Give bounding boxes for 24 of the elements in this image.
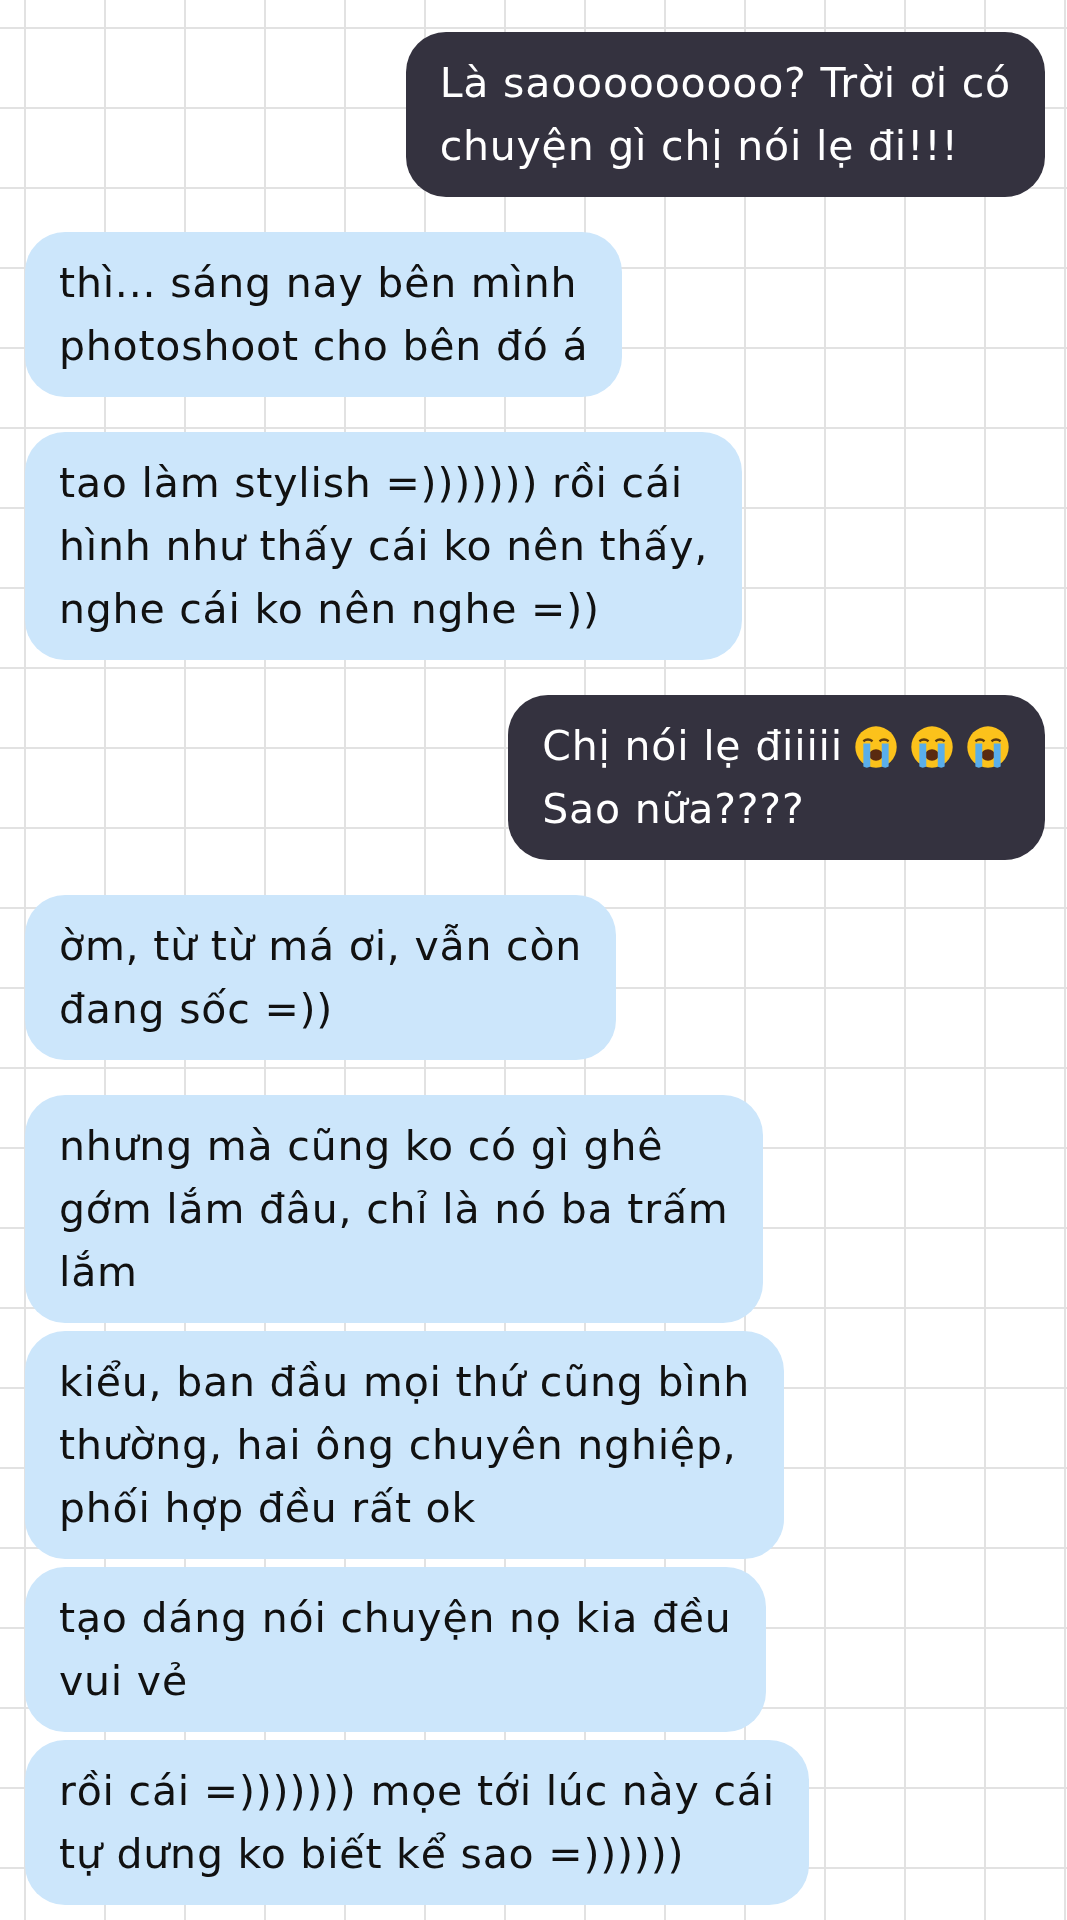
message-text: kiểu, ban đầu mọi thứ cũng bình <box>59 1357 751 1408</box>
message-text: ờm, từ từ má ơi, vẫn còn <box>59 921 583 972</box>
crying-face-icon <box>853 723 899 770</box>
message-text: thì... sáng nay bên mình <box>59 258 578 309</box>
message-text: vui vẻ <box>59 1656 188 1707</box>
message-text: tao làm stylish =))))))) rồi cái <box>59 458 684 509</box>
crying-face-icon <box>965 723 1011 770</box>
message-text: phối hợp đều rất ok <box>59 1483 477 1534</box>
message-text: hình như thấy cái ko nên thấy, <box>59 521 709 572</box>
message-text: thường, hai ông chuyên nghiệp, <box>59 1420 737 1471</box>
message-text: lắm <box>59 1247 138 1298</box>
message-text: Sao nữa???? <box>542 784 805 835</box>
message-text: đang sốc =)) <box>59 984 334 1035</box>
message-text: gớm lắm đâu, chỉ là nó ba trấm <box>59 1184 729 1235</box>
message-text: Là saooooooooo? Trời ơi có <box>439 58 1011 109</box>
crying-face-icon <box>909 723 955 770</box>
message-text: chuyện gì chị nói lẹ đi!!! <box>439 121 959 172</box>
message-text: tạo dáng nói chuyện nọ kia đều <box>59 1593 732 1644</box>
message-text: nghe cái ko nên nghe =)) <box>59 584 600 635</box>
message-text: Chị nói lẹ điiiii <box>542 721 843 772</box>
message-text: nhưng mà cũng ko có gì ghê <box>59 1121 664 1172</box>
message-text: photoshoot cho bên đó á <box>59 321 589 372</box>
message-text: rồi cái =))))))) mọe tới lúc này cái <box>59 1766 775 1817</box>
message-text: tự dưng ko biết kể sao =)))))) <box>59 1829 685 1880</box>
